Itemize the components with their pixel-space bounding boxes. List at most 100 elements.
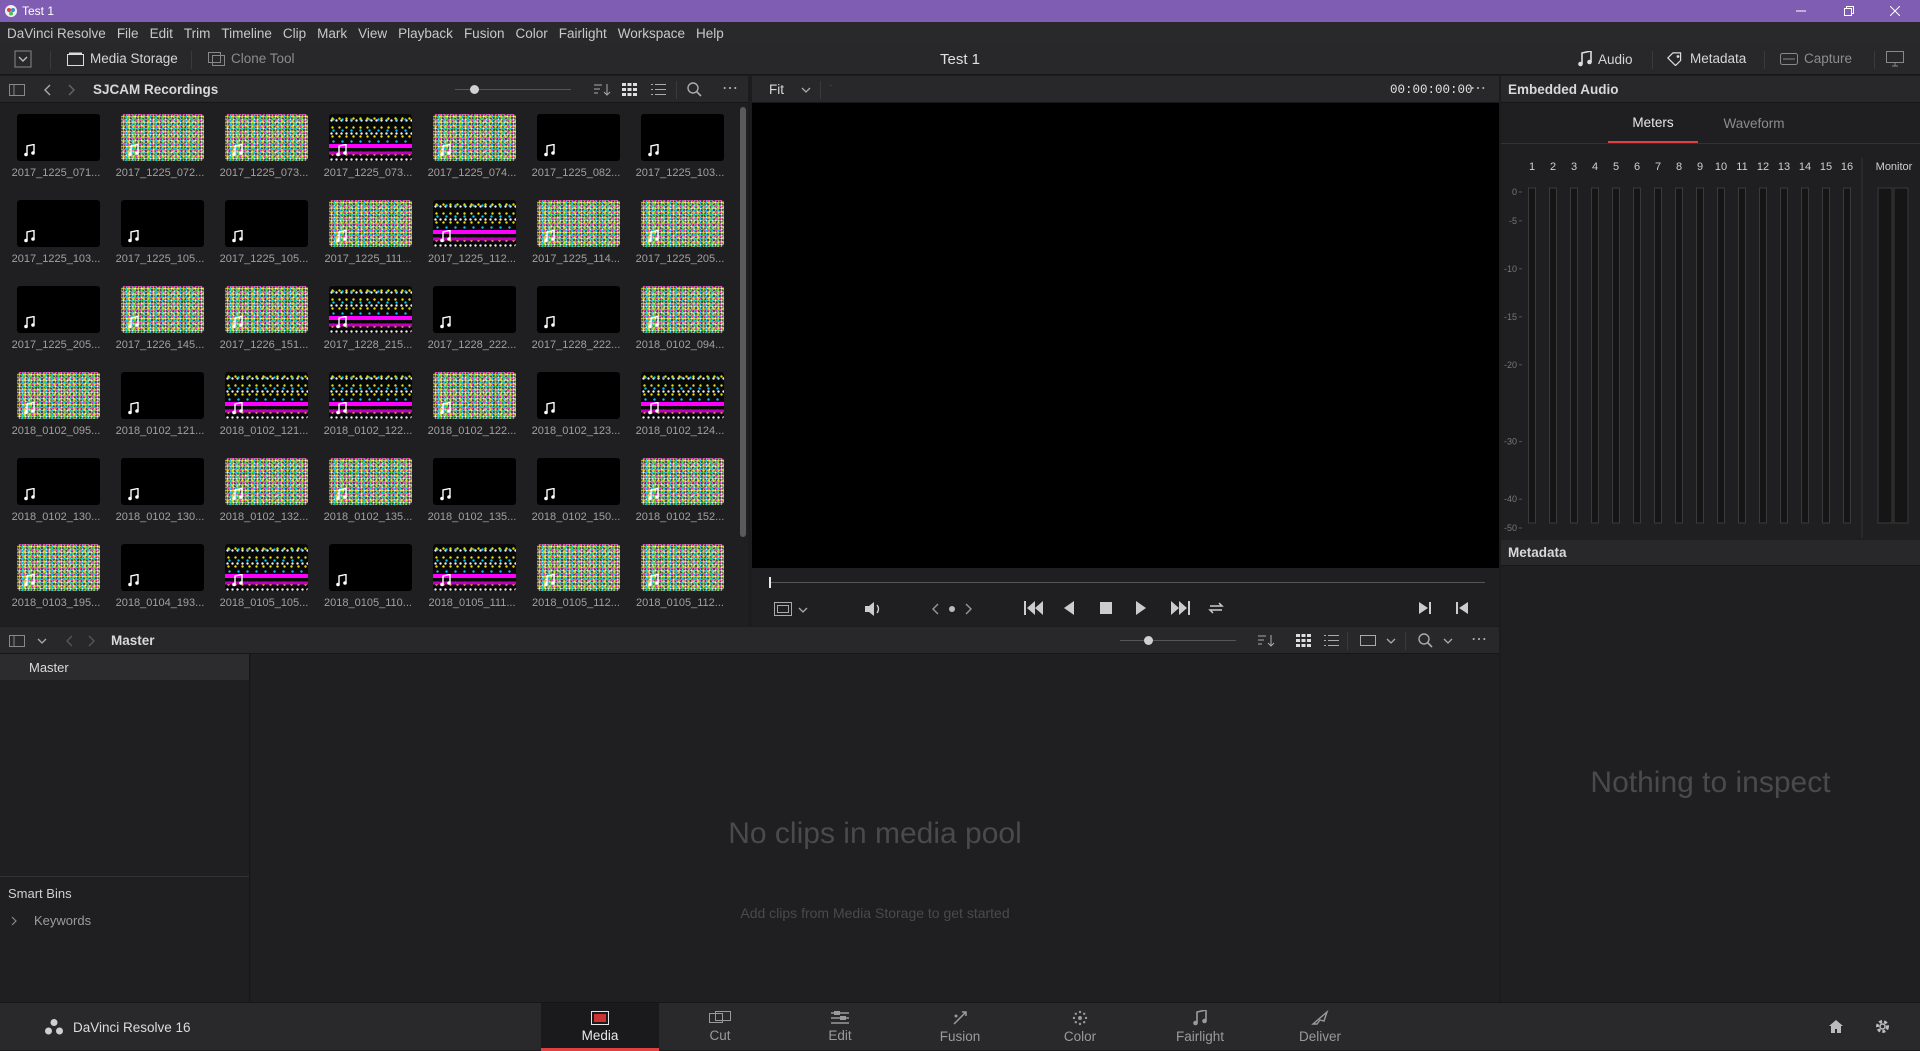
storage-clip[interactable]: 2018_0105_112... bbox=[524, 533, 628, 613]
page-tab-media[interactable]: Media bbox=[541, 1003, 659, 1051]
menu-item-fusion[interactable]: Fusion bbox=[464, 26, 505, 41]
storage-clip[interactable]: 2018_0102_130... bbox=[4, 447, 108, 527]
audio-panel-button[interactable]: Audio bbox=[1578, 51, 1633, 67]
menu-item-davinci-resolve[interactable]: DaVinci Resolve bbox=[7, 26, 106, 41]
menu-item-fairlight[interactable]: Fairlight bbox=[559, 26, 607, 41]
storage-clip[interactable]: 2017_1228_215... bbox=[316, 275, 420, 355]
storage-clip[interactable]: 2018_0103_195... bbox=[4, 533, 108, 613]
jog-control-icon[interactable] bbox=[932, 602, 972, 616]
storage-clip[interactable]: 2017_1225_105... bbox=[108, 189, 212, 269]
page-tab-fairlight[interactable]: Fairlight bbox=[1141, 1003, 1259, 1051]
storage-clip[interactable]: 2017_1226_145... bbox=[108, 275, 212, 355]
back-arrow-icon[interactable] bbox=[44, 84, 52, 96]
storage-clip[interactable]: 2017_1225_114... bbox=[524, 189, 628, 269]
storage-clip[interactable]: 2018_0102_122... bbox=[316, 361, 420, 441]
chevron-down-icon[interactable] bbox=[37, 638, 47, 644]
tab-meters[interactable]: Meters bbox=[1608, 103, 1698, 143]
speaker-icon[interactable] bbox=[864, 601, 882, 617]
storage-clip[interactable]: 2018_0102_094... bbox=[628, 275, 732, 355]
menu-item-trim[interactable]: Trim bbox=[184, 26, 211, 41]
workspace-toggle-button[interactable] bbox=[14, 50, 32, 68]
clip-view-icon[interactable] bbox=[1360, 635, 1376, 646]
storage-clip[interactable]: 2018_0102_135... bbox=[420, 447, 524, 527]
media-storage-button[interactable]: Media Storage bbox=[67, 51, 178, 66]
storage-clip[interactable]: 2018_0102_123... bbox=[524, 361, 628, 441]
pool-thumbnail-slider[interactable] bbox=[1120, 640, 1236, 641]
back-arrow-icon[interactable] bbox=[66, 635, 74, 647]
storage-clip[interactable]: 2018_0102_132... bbox=[212, 447, 316, 527]
grid-view-icon[interactable] bbox=[1296, 634, 1311, 647]
storage-clip[interactable]: 2018_0102_150... bbox=[524, 447, 628, 527]
storage-clip[interactable]: 2018_0102_095... bbox=[4, 361, 108, 441]
forward-arrow-icon[interactable] bbox=[67, 84, 75, 96]
storage-clip[interactable]: 2017_1226_151... bbox=[212, 275, 316, 355]
storage-clip[interactable]: 2018_0102_124... bbox=[628, 361, 732, 441]
storage-clip[interactable]: 2017_1225_205... bbox=[4, 275, 108, 355]
chevron-down-icon[interactable] bbox=[1443, 638, 1453, 644]
media-pool-area[interactable]: No clips in media pool Add clips from Me… bbox=[251, 654, 1499, 1002]
storage-clip[interactable]: 2018_0102_130... bbox=[108, 447, 212, 527]
bin-item-master[interactable]: Master bbox=[0, 654, 249, 680]
menu-item-help[interactable]: Help bbox=[696, 26, 724, 41]
storage-clip[interactable]: 2018_0105_110... bbox=[316, 533, 420, 613]
play-icon[interactable] bbox=[1136, 601, 1146, 615]
menu-item-timeline[interactable]: Timeline bbox=[221, 26, 272, 41]
capture-button[interactable]: Capture bbox=[1780, 51, 1852, 66]
storage-clip[interactable]: 2018_0105_112... bbox=[628, 533, 732, 613]
storage-clip[interactable]: 2017_1225_105... bbox=[212, 189, 316, 269]
storage-clip[interactable]: 2017_1225_111... bbox=[316, 189, 420, 269]
restore-button[interactable] bbox=[1826, 0, 1872, 22]
page-tab-edit[interactable]: Edit bbox=[781, 1003, 899, 1051]
list-view-icon[interactable] bbox=[1324, 634, 1339, 647]
storage-clip[interactable]: 2018_0102_121... bbox=[212, 361, 316, 441]
storage-clip[interactable]: 2017_1225_082... bbox=[524, 103, 628, 183]
loop-icon[interactable] bbox=[1207, 601, 1225, 615]
storage-clip[interactable]: 2018_0102_121... bbox=[108, 361, 212, 441]
storage-clip[interactable]: 2017_1225_073... bbox=[316, 103, 420, 183]
clone-tool-button[interactable]: Clone Tool bbox=[208, 51, 295, 66]
storage-clip[interactable]: 2017_1225_205... bbox=[628, 189, 732, 269]
go-to-end-icon[interactable] bbox=[1170, 601, 1190, 615]
storage-clip[interactable]: 2018_0102_135... bbox=[316, 447, 420, 527]
minimize-button[interactable] bbox=[1778, 0, 1824, 22]
storage-clip[interactable]: 2017_1225_074... bbox=[420, 103, 524, 183]
page-tab-cut[interactable]: Cut bbox=[661, 1003, 779, 1051]
menu-item-clip[interactable]: Clip bbox=[283, 26, 306, 41]
storage-clip[interactable]: 2017_1225_103... bbox=[4, 189, 108, 269]
sidebar-toggle-icon[interactable] bbox=[9, 635, 25, 647]
search-icon[interactable] bbox=[1418, 633, 1433, 648]
storage-clip[interactable]: 2017_1228_222... bbox=[524, 275, 628, 355]
storage-clip[interactable]: 2018_0105_105... bbox=[212, 533, 316, 613]
tab-waveform[interactable]: Waveform bbox=[1708, 103, 1800, 143]
mark-in-icon[interactable] bbox=[1419, 602, 1431, 614]
sort-icon[interactable] bbox=[593, 83, 611, 97]
sidebar-toggle-icon[interactable] bbox=[9, 84, 25, 96]
menu-item-mark[interactable]: Mark bbox=[317, 26, 347, 41]
more-options-icon[interactable]: ⋯ bbox=[722, 78, 739, 98]
grid-view-icon[interactable] bbox=[622, 83, 637, 96]
viewer-options-icon[interactable]: ⋯ bbox=[1470, 78, 1487, 98]
storage-clip[interactable]: 2017_1225_071... bbox=[4, 103, 108, 183]
storage-clip[interactable]: 2017_1225_112... bbox=[420, 189, 524, 269]
menu-item-workspace[interactable]: Workspace bbox=[618, 26, 685, 41]
viewer-zoom[interactable]: Fit bbox=[769, 82, 784, 97]
slider-handle[interactable] bbox=[1144, 636, 1153, 645]
page-tab-color[interactable]: Color bbox=[1021, 1003, 1139, 1051]
playhead[interactable] bbox=[769, 577, 771, 588]
page-tab-fusion[interactable]: Fusion bbox=[901, 1003, 1019, 1051]
smart-bin-keywords[interactable]: Keywords bbox=[0, 909, 249, 933]
storage-clip[interactable]: 2018_0102_122... bbox=[420, 361, 524, 441]
list-view-icon[interactable] bbox=[651, 83, 666, 96]
media-storage-scrollbar[interactable] bbox=[740, 107, 746, 537]
full-screen-button[interactable] bbox=[1886, 51, 1904, 67]
metadata-panel-button[interactable]: Metadata bbox=[1667, 51, 1746, 66]
settings-gear-icon[interactable] bbox=[1874, 1018, 1891, 1035]
chevron-down-icon[interactable] bbox=[798, 607, 808, 613]
pool-options-icon[interactable]: ⋯ bbox=[1471, 629, 1488, 649]
storage-clip[interactable]: 2017_1228_222... bbox=[420, 275, 524, 355]
storage-clip[interactable]: 2018_0102_152... bbox=[628, 447, 732, 527]
menu-item-file[interactable]: File bbox=[117, 26, 139, 41]
storage-clip[interactable]: 2017_1225_073... bbox=[212, 103, 316, 183]
forward-arrow-icon[interactable] bbox=[87, 635, 95, 647]
menu-item-view[interactable]: View bbox=[358, 26, 387, 41]
